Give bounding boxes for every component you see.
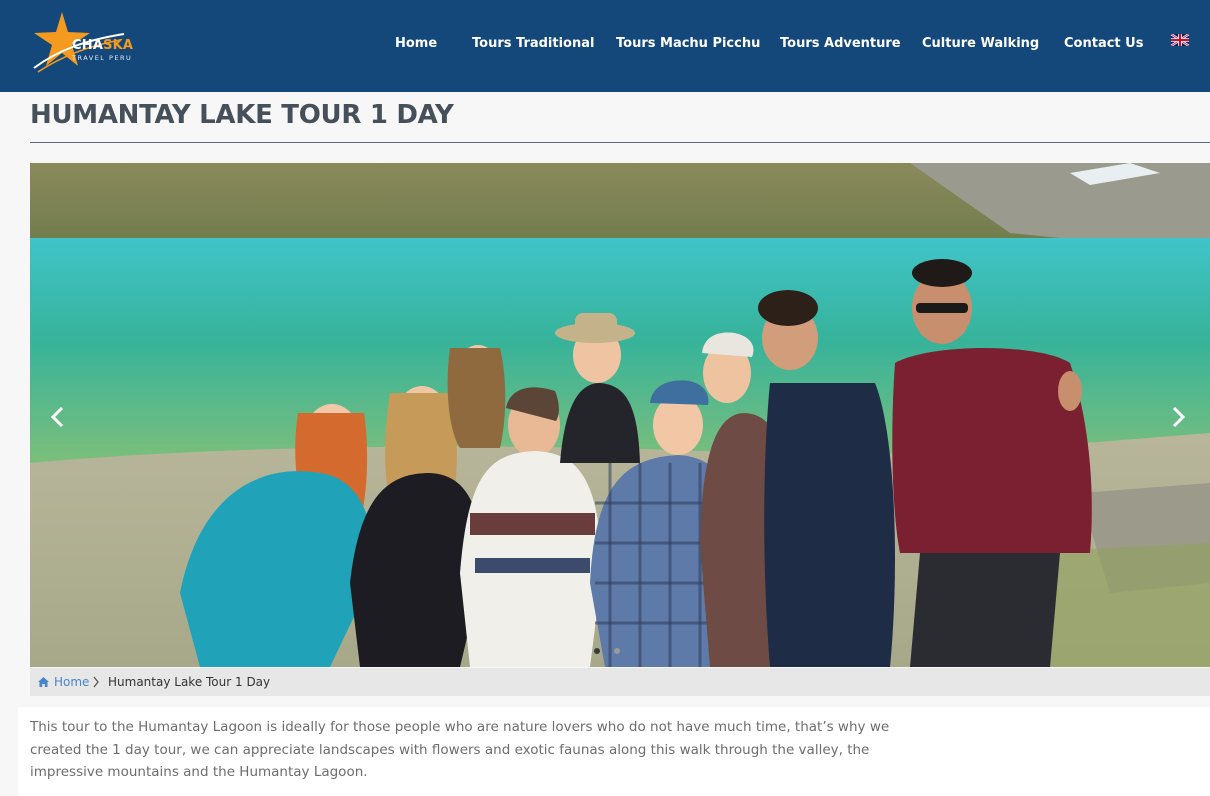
- site-logo[interactable]: CHASKA TRAVEL PERU: [28, 10, 148, 78]
- nav-tours-traditional[interactable]: Tours Traditional: [472, 36, 594, 54]
- hero-slider: [30, 163, 1210, 667]
- description-line: This tour to the Humantay Lagoon is idea…: [30, 719, 890, 735]
- slider-dot-2[interactable]: [614, 648, 620, 654]
- home-icon[interactable]: [37, 676, 50, 688]
- logo-wordmark-part2: SKA: [103, 38, 134, 53]
- tour-description: This tour to the Humantay Lagoon is idea…: [30, 716, 910, 784]
- group-photo-at-humantay-lake: [30, 163, 1210, 667]
- breadcrumb: Home Humantay Lake Tour 1 Day: [30, 668, 1210, 696]
- tour-description-panel: This tour to the Humantay Lagoon is idea…: [18, 707, 1210, 796]
- chevron-left-icon: [50, 406, 64, 428]
- breadcrumb-home-link[interactable]: Home: [54, 675, 89, 689]
- description-line: impressive mountains and the Humantay La…: [30, 764, 368, 781]
- logo-wordmark: CHASKA: [72, 38, 133, 53]
- description-line: created the 1 day tour, we can appreciat…: [30, 741, 870, 758]
- slider-prev-arrow[interactable]: [48, 405, 68, 429]
- chevron-right-icon: [93, 676, 99, 688]
- nav-contact-us[interactable]: Contact Us: [1064, 36, 1143, 54]
- slider-next-arrow[interactable]: [1168, 405, 1188, 429]
- breadcrumb-current: Humantay Lake Tour 1 Day: [108, 675, 271, 689]
- nav-home[interactable]: Home: [395, 36, 437, 54]
- slider-dot-1[interactable]: [594, 648, 600, 654]
- nav-tours-adventure[interactable]: Tours Adventure: [780, 36, 901, 54]
- uk-flag-icon[interactable]: [1171, 34, 1189, 46]
- logo-tagline: TRAVEL PERU: [72, 54, 133, 62]
- page-title: HUMANTAY LAKE TOUR 1 DAY: [30, 100, 454, 130]
- nav-tours-machu-picchu[interactable]: Tours Machu Picchu: [616, 36, 760, 54]
- chevron-right-icon: [1172, 406, 1186, 428]
- site-header: CHASKA TRAVEL PERU Home Tours Traditiona…: [0, 0, 1210, 92]
- logo-wordmark-part1: CHA: [72, 38, 104, 53]
- title-divider: [30, 142, 1210, 143]
- nav-culture-walking[interactable]: Culture Walking: [922, 36, 1039, 54]
